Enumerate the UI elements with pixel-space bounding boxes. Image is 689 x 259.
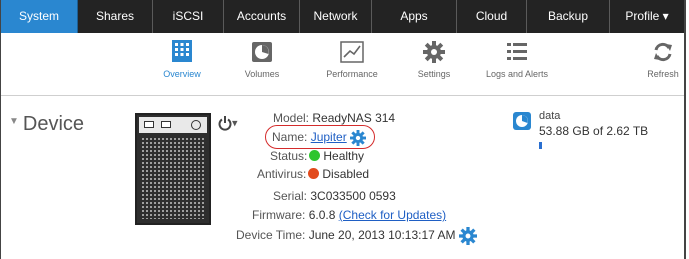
collapse-triangle-icon[interactable]: ▼ (9, 116, 19, 127)
subnav-volumes-label: Volumes (244, 69, 280, 79)
subnav-logs[interactable]: Logs and Alerts (479, 33, 555, 79)
firmware-value: 6.0.8 (308, 208, 336, 222)
overview-icon (168, 33, 196, 63)
app-frame: System Shares iSCSI Accounts Network App… (0, 0, 686, 259)
volume-usage-fill (539, 142, 542, 149)
subnav-settings[interactable]: Settings (409, 33, 459, 79)
tab-system[interactable]: System (1, 0, 78, 33)
device-title-label: Device (22, 113, 85, 135)
performance-icon (338, 33, 366, 63)
antivirus-label: Antivirus: (257, 167, 307, 181)
model-value: ReadyNAS 314 (312, 111, 396, 125)
subnav-performance-label: Performance (326, 69, 378, 79)
edit-name-gear-icon[interactable] (350, 130, 367, 146)
nas-vents (141, 137, 205, 219)
antivirus-row: Antivirus: Disabled (257, 167, 369, 181)
power-menu-caret: ▾ (232, 117, 238, 130)
power-icon (218, 115, 232, 131)
divider (1, 95, 684, 96)
device-section-title[interactable]: ▼ Device (9, 113, 84, 136)
volume-name[interactable]: data (539, 110, 560, 122)
name-label: Name: (272, 130, 308, 145)
check-updates-link[interactable]: (Check for Updates) (339, 208, 446, 222)
tab-network[interactable]: Network (300, 0, 372, 33)
subnav-refresh-label: Refresh (647, 69, 679, 79)
power-menu-button[interactable]: ▾ (218, 114, 238, 131)
model-row: Model: ReadyNAS 314 (273, 111, 395, 125)
sub-nav: Overview Volumes Performance Settings Lo… (1, 33, 684, 95)
name-row: Name: Jupiter (272, 130, 367, 146)
device-name-link[interactable]: Jupiter (311, 130, 347, 144)
subnav-performance[interactable]: Performance (319, 33, 385, 79)
status-healthy-icon (309, 150, 321, 162)
status-row: Status: Healthy (270, 149, 364, 163)
volume-icon[interactable] (513, 112, 531, 130)
nas-power-icon (191, 120, 201, 130)
serial-value: 3C033500 0593 (310, 189, 396, 203)
tab-iscsi[interactable]: iSCSI (153, 0, 224, 33)
tab-cloud[interactable]: Cloud (457, 0, 527, 33)
volume-usage-bar (539, 142, 659, 149)
tab-shares[interactable]: Shares (78, 0, 153, 33)
tab-apps[interactable]: Apps (372, 0, 457, 33)
volumes-icon (248, 33, 276, 63)
model-label: Model: (273, 111, 310, 125)
refresh-icon (649, 33, 677, 63)
antivirus-value: Disabled (322, 167, 370, 181)
serial-label: Serial: (273, 189, 308, 203)
edit-time-gear-icon[interactable] (458, 227, 477, 245)
settings-icon (420, 33, 448, 63)
antivirus-disabled-icon (308, 168, 320, 180)
tab-profile[interactable]: Profile ▾ (610, 0, 684, 33)
subnav-overview[interactable]: Overview (159, 33, 205, 79)
nas-led-icon (144, 121, 154, 128)
subnav-logs-label: Logs and Alerts (485, 69, 549, 79)
top-nav: System Shares iSCSI Accounts Network App… (1, 0, 684, 33)
subnav-overview-label: Overview (163, 69, 201, 79)
nas-led-icon (161, 121, 171, 128)
status-label: Status: (270, 149, 308, 163)
device-time-value: June 20, 2013 10:13:17 AM (308, 228, 456, 243)
status-value: Healthy (323, 149, 365, 163)
firmware-row: Firmware: 6.0.8 (Check for Updates) (252, 208, 446, 222)
volume-size: 53.88 GB of 2.62 TB (539, 124, 649, 138)
nas-device-image (135, 113, 211, 225)
logs-icon (503, 33, 531, 63)
tab-accounts[interactable]: Accounts (224, 0, 300, 33)
subnav-refresh[interactable]: Refresh (641, 33, 684, 79)
serial-row: Serial: 3C033500 0593 (273, 189, 396, 203)
device-time-label: Device Time: (236, 228, 306, 243)
tab-backup[interactable]: Backup (527, 0, 610, 33)
device-time-row: Device Time: June 20, 2013 10:13:17 AM (236, 227, 477, 245)
firmware-label: Firmware: (252, 208, 306, 222)
subnav-volumes[interactable]: Volumes (239, 33, 285, 79)
nas-front-panel (139, 117, 207, 133)
subnav-settings-label: Settings (417, 69, 451, 79)
